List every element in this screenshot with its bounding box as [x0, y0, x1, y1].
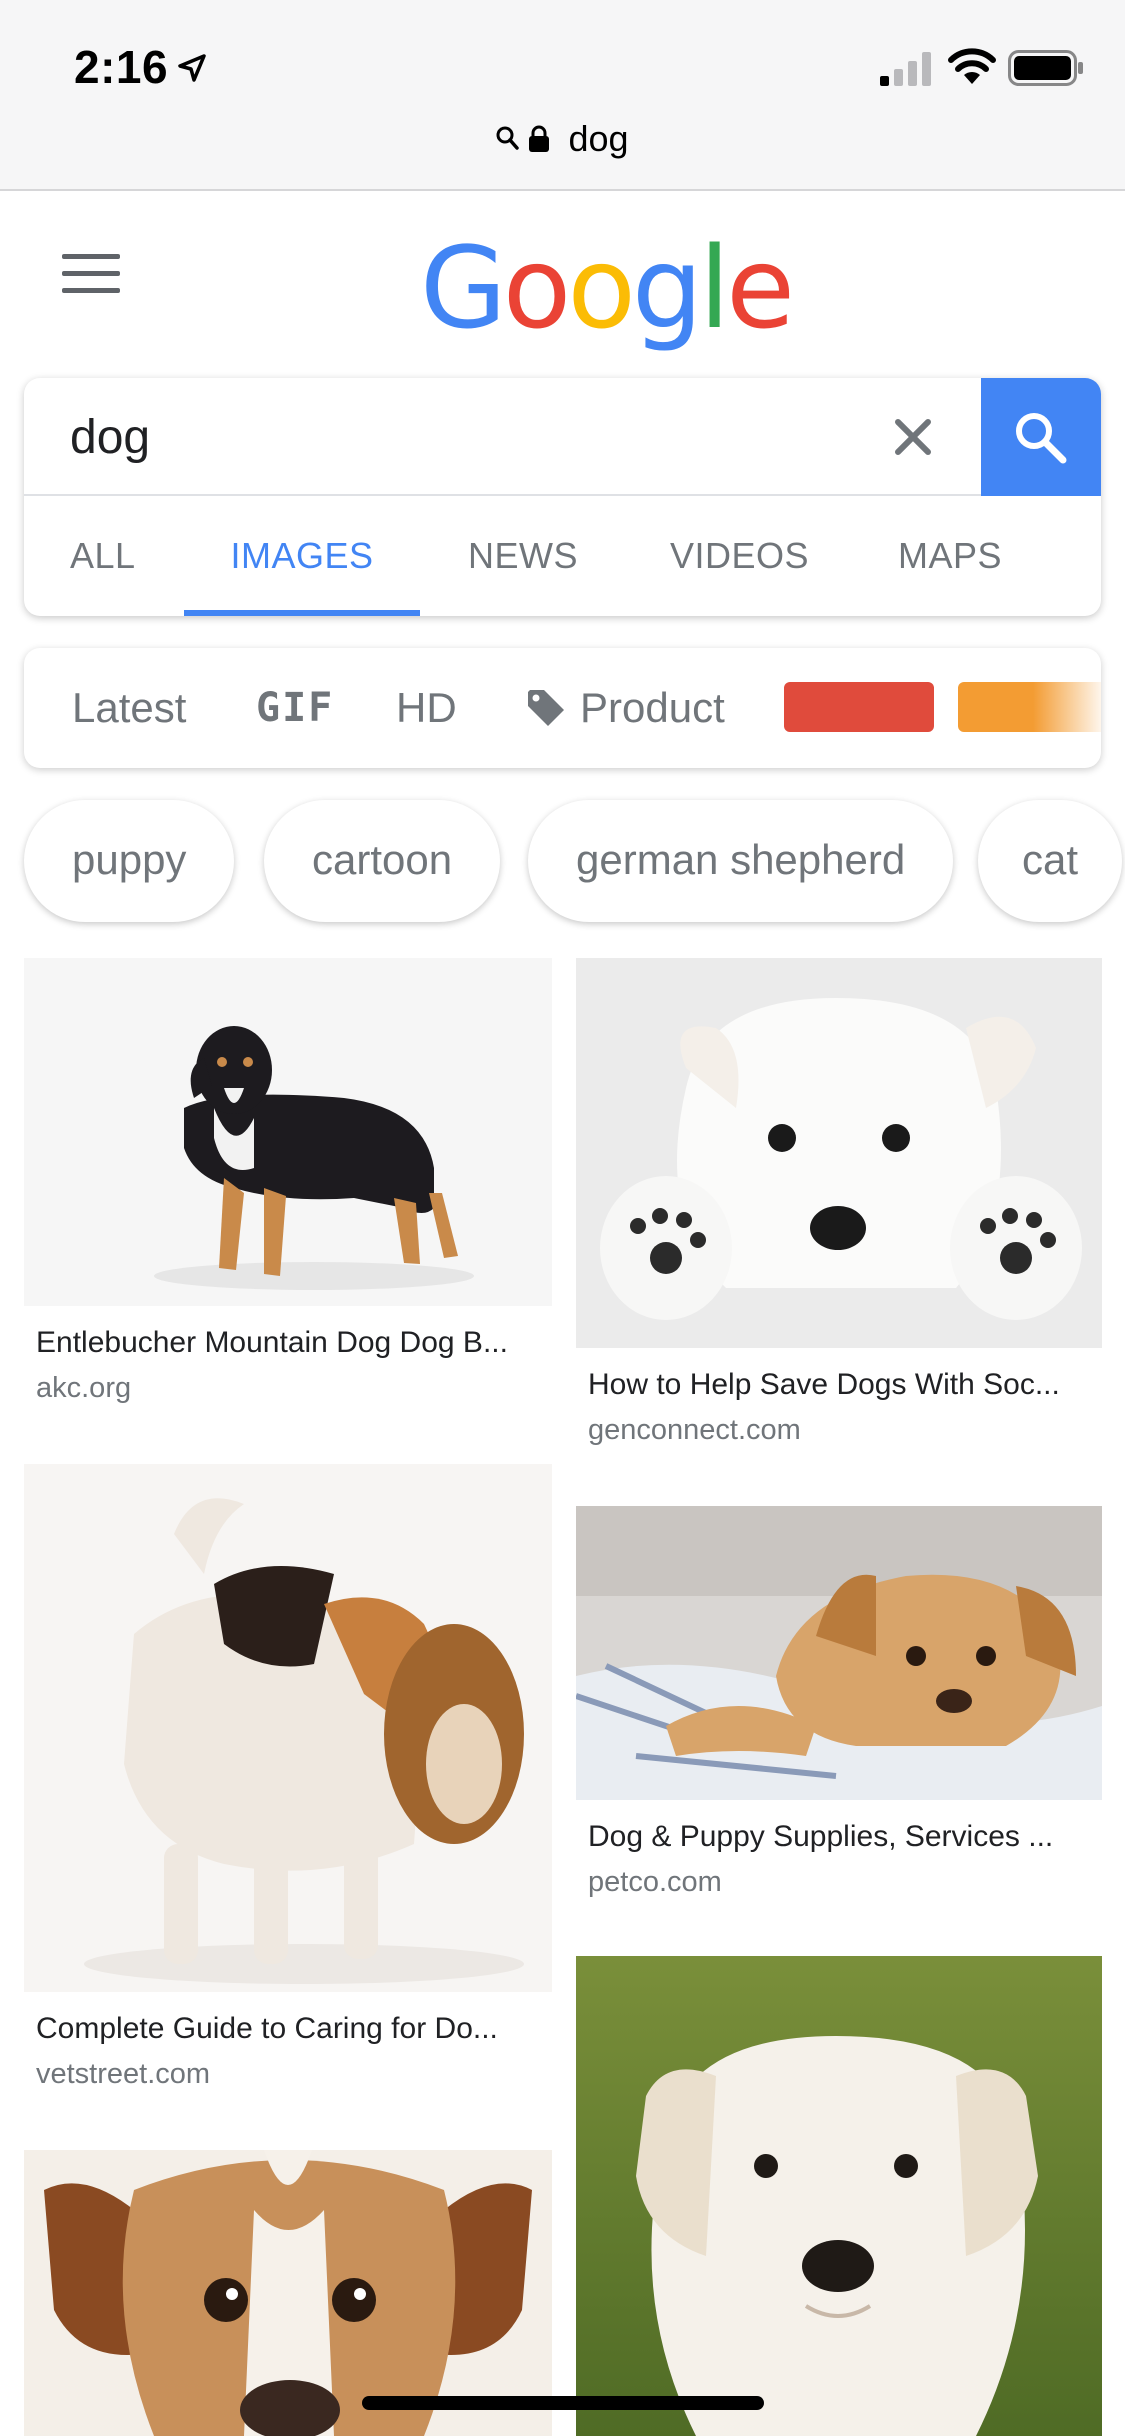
tab-all[interactable]: ALL — [70, 496, 136, 616]
menu-icon[interactable] — [62, 254, 120, 294]
result-domain: akc.org — [36, 1372, 132, 1404]
google-logo[interactable]: Google — [420, 224, 795, 354]
logo-letter: G — [420, 224, 507, 354]
color-filter-red[interactable] — [784, 682, 934, 732]
filter-hd[interactable]: HD — [396, 648, 457, 768]
logo-letter: g — [631, 224, 703, 354]
suggestion-chip-german-shepherd[interactable]: german shepherd — [528, 800, 954, 922]
color-filter-orange[interactable] — [958, 682, 1101, 732]
result-thumbnail — [24, 2150, 552, 2436]
filter-product[interactable]: Product — [580, 648, 725, 768]
result-thumbnail — [576, 1506, 1102, 1800]
result-domain: vetstreet.com — [36, 2058, 211, 2090]
suggestion-chip-cartoon[interactable]: cartoon — [264, 800, 501, 922]
logo-letter: e — [726, 224, 795, 354]
lock-icon — [529, 125, 550, 152]
result-domain: genconnect.com — [588, 1414, 801, 1446]
search-input[interactable]: dog — [70, 410, 150, 465]
suggestion-chip-puppy[interactable]: puppy — [24, 800, 235, 922]
result-thumbnail — [576, 1956, 1102, 2436]
location-arrow-icon — [178, 54, 206, 82]
tag-icon — [528, 690, 564, 726]
image-result[interactable]: How to Help Save Dogs With Soc... gencon… — [576, 958, 1102, 1458]
logo-letter: o — [567, 224, 636, 354]
filter-latest[interactable]: Latest — [72, 648, 186, 768]
suggestion-chip-cat[interactable]: cat — [978, 800, 1123, 922]
clear-icon[interactable] — [884, 408, 942, 466]
status-bar: 2:16 dog — [0, 0, 1125, 191]
wifi-icon — [948, 48, 996, 84]
image-result[interactable]: Entlebucher Mountain Dog Dog B... akc.or… — [24, 958, 552, 1428]
search-icon — [1016, 413, 1067, 464]
image-result[interactable]: Complete Guide to Caring for Do... vetst… — [24, 1464, 552, 2104]
filter-bar: Latest GIF HD Product — [24, 648, 1101, 768]
image-result[interactable] — [24, 2150, 552, 2436]
logo-letter: o — [502, 224, 572, 354]
result-domain: petco.com — [588, 1866, 722, 1898]
url-text: dog — [568, 118, 629, 159]
search-bar: dog — [24, 378, 1101, 496]
result-thumbnail — [576, 958, 1102, 1348]
home-indicator[interactable] — [362, 2396, 764, 2410]
cellular-signal-icon — [880, 52, 931, 86]
status-time: 2:16 — [74, 41, 169, 93]
result-title: Entlebucher Mountain Dog Dog B... — [36, 1326, 508, 1359]
result-title: Dog & Puppy Supplies, Services ... — [588, 1820, 1054, 1853]
result-title: How to Help Save Dogs With Soc... — [588, 1368, 1060, 1401]
tab-images[interactable]: IMAGES — [184, 496, 420, 616]
image-result[interactable] — [576, 1956, 1102, 2436]
image-result[interactable]: Dog & Puppy Supplies, Services ... petco… — [576, 1506, 1102, 1906]
url-bar[interactable]: dog — [0, 118, 1125, 168]
result-thumbnail — [24, 958, 552, 1306]
logo-letter: l — [698, 224, 730, 354]
result-title: Complete Guide to Caring for Do... — [36, 2012, 498, 2045]
tab-news[interactable]: NEWS — [468, 496, 578, 616]
search-icon — [496, 126, 520, 150]
tab-maps[interactable]: MAPS — [898, 496, 1002, 616]
battery-icon — [1008, 50, 1083, 86]
result-thumbnail — [24, 1464, 552, 1992]
search-card: dog ALL IMAGES NEWS VIDEOS MAPS — [24, 378, 1101, 616]
search-button[interactable] — [981, 378, 1101, 496]
tab-videos[interactable]: VIDEOS — [670, 496, 809, 616]
search-tabs: ALL IMAGES NEWS VIDEOS MAPS — [24, 496, 1101, 616]
filter-gif[interactable]: GIF — [256, 648, 334, 768]
